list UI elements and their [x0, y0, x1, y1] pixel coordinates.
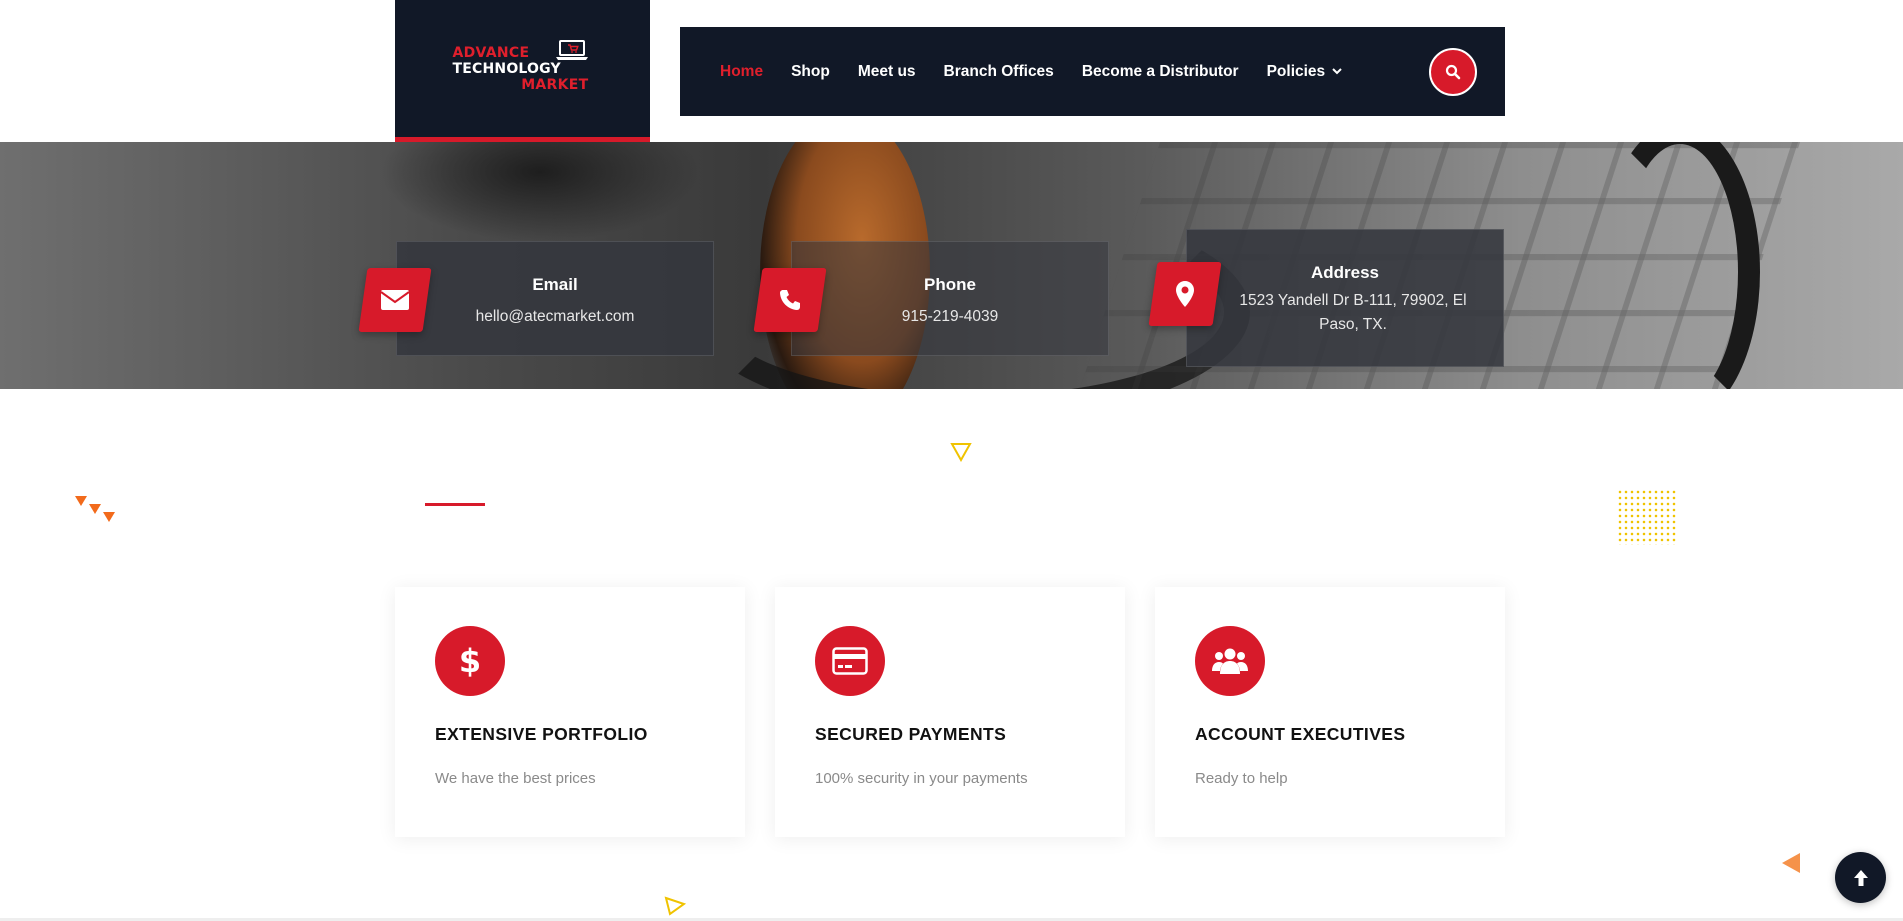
logo-line-market: MARKET	[521, 76, 589, 93]
feature-card-payments: SECURED PAYMENTS 100% security in your p…	[775, 587, 1125, 837]
dollar-icon: $	[459, 643, 481, 679]
envelope-icon	[380, 290, 410, 310]
yellow-triangle-bottom-decoration	[664, 896, 686, 916]
phone-icon-badge	[753, 268, 827, 332]
map-marker-icon	[1176, 281, 1194, 307]
credit-card-icon	[832, 647, 868, 675]
feature-description: 100% security in your payments	[815, 770, 1028, 787]
nav-meet-us[interactable]: Meet us	[858, 63, 916, 81]
email-value[interactable]: hello@atecmarket.com	[397, 305, 713, 329]
logo-line-technology: TECHNOLOGY	[452, 60, 561, 77]
feature-card-executives: ACCOUNT EXECUTIVES Ready to help	[1155, 587, 1505, 837]
scroll-to-top-button[interactable]	[1835, 852, 1886, 903]
nav-become-distributor[interactable]: Become a Distributor	[1082, 63, 1239, 81]
address-card: Address 1523 Yandell Dr B-111, 79902, El…	[1186, 229, 1504, 367]
nav-branch-offices[interactable]: Branch Offices	[944, 63, 1054, 81]
email-card: Email hello@atecmarket.com	[396, 241, 714, 356]
yellow-triangle-decoration	[950, 443, 972, 462]
logo-line-advance: ADVANCE	[452, 44, 530, 61]
yellow-dots-decoration	[1617, 489, 1677, 545]
address-value: 1523 Yandell Dr B-111, 79902, El Paso, T…	[1239, 292, 1467, 333]
search-icon	[1445, 64, 1461, 80]
site-header: ADVANCE TECHNOLOGY MARKET Home Shop Meet…	[0, 0, 1903, 142]
address-title: Address	[1310, 263, 1380, 282]
chevron-down-icon	[1332, 68, 1342, 75]
svg-text:$: $	[459, 643, 481, 679]
email-title: Email	[532, 275, 578, 294]
email-icon-badge	[358, 268, 432, 332]
section-divider-line	[425, 503, 485, 506]
main-navigation: Home Shop Meet us Branch Offices Become …	[680, 27, 1505, 116]
feature-title: SECURED PAYMENTS	[815, 724, 1007, 744]
nav-policies-dropdown[interactable]: Policies	[1267, 63, 1343, 81]
users-icon	[1212, 648, 1248, 674]
phone-title: Phone	[924, 275, 976, 294]
headphone-cable-image	[1600, 142, 1760, 389]
phone-value[interactable]: 915-219-4039	[792, 305, 1108, 329]
feature-description: Ready to help	[1195, 770, 1288, 787]
nav-shop[interactable]: Shop	[791, 63, 830, 81]
search-button[interactable]	[1429, 48, 1477, 96]
hero-background-shadow	[380, 142, 700, 242]
nav-home[interactable]: Home	[720, 63, 763, 81]
address-icon-badge	[1148, 262, 1222, 326]
logo-link[interactable]: ADVANCE TECHNOLOGY MARKET	[395, 0, 650, 142]
arrow-up-icon	[1853, 869, 1868, 886]
orange-triangles-decoration	[75, 496, 115, 522]
feature-icon-circle	[815, 626, 885, 696]
feature-icon-circle: $	[435, 626, 505, 696]
phone-icon	[780, 290, 800, 310]
phone-card: Phone 915-219-4039	[791, 241, 1109, 356]
feature-icon-circle	[1195, 626, 1265, 696]
feature-title: EXTENSIVE PORTFOLIO	[435, 724, 648, 744]
feature-description: We have the best prices	[435, 770, 596, 787]
feature-title: ACCOUNT EXECUTIVES	[1195, 724, 1406, 744]
orange-triangle-right-decoration	[1782, 853, 1800, 873]
nav-policies-label: Policies	[1266, 62, 1326, 80]
laptop-cart-icon	[555, 39, 588, 60]
logo: ADVANCE TECHNOLOGY MARKET	[453, 39, 593, 99]
feature-card-portfolio: $ EXTENSIVE PORTFOLIO We have the best p…	[395, 587, 745, 837]
